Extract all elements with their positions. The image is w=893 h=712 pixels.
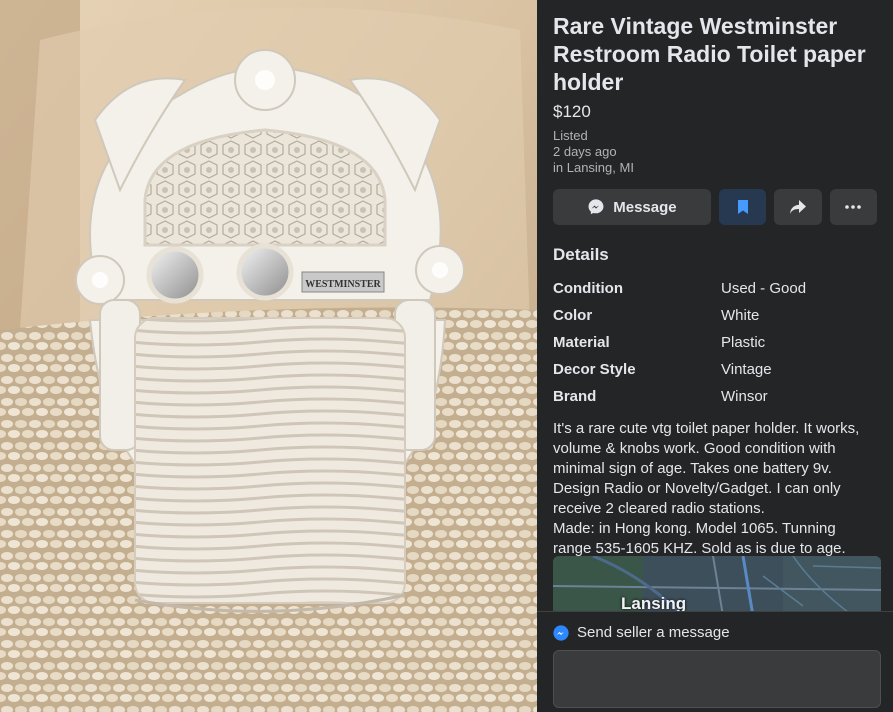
- send-seller-row: Send seller a message: [537, 612, 893, 641]
- save-button[interactable]: [718, 189, 767, 225]
- detail-value: Winsor: [721, 388, 768, 405]
- listing-price: $120: [553, 102, 591, 121]
- detail-key: Brand: [553, 388, 597, 405]
- toilet-paper-holder-photo: WESTMINSTER: [0, 0, 537, 712]
- detail-row-condition: Condition Used - Good: [553, 275, 877, 302]
- action-bar: Message: [553, 189, 878, 225]
- listing-detail-panel: Rare Vintage Westminster Restroom Radio …: [537, 0, 893, 712]
- send-message-footer: Send seller a message: [537, 611, 893, 712]
- detail-key: Decor Style: [553, 361, 636, 378]
- detail-key: Condition: [553, 280, 623, 297]
- detail-row-color: Color White: [553, 302, 877, 329]
- listing-description: It's a rare cute vtg toilet paper holder…: [553, 420, 860, 577]
- details-list: Condition Used - Good Color White Materi…: [553, 275, 877, 410]
- listing-title: Rare Vintage Westminster Restroom Radio …: [553, 13, 866, 95]
- radio-brand-label: WESTMINSTER: [305, 279, 381, 290]
- message-button-label: Message: [613, 198, 677, 216]
- detail-row-brand: Brand Winsor: [553, 383, 877, 410]
- detail-value: Vintage: [721, 361, 772, 378]
- listing-location: in Lansing, MI: [553, 160, 634, 175]
- send-seller-label: Send seller a message: [577, 624, 730, 641]
- detail-value: Plastic: [721, 334, 766, 351]
- map-graphic: [553, 556, 881, 616]
- listed-time: 2 days ago: [553, 144, 617, 159]
- message-button[interactable]: Message: [553, 189, 711, 225]
- share-icon: [789, 200, 806, 214]
- message-input[interactable]: [553, 650, 881, 708]
- detail-key: Color: [553, 307, 593, 324]
- detail-row-material: Material Plastic: [553, 329, 877, 356]
- location-map[interactable]: Lansing: [553, 556, 881, 616]
- listing-meta: Listed 2 days ago in Lansing, MI: [553, 128, 877, 176]
- detail-value: Used - Good: [721, 280, 807, 297]
- messenger-icon: [588, 199, 604, 215]
- detail-value: White: [721, 307, 760, 324]
- detail-key: Material: [553, 334, 610, 351]
- messenger-icon: [553, 624, 569, 641]
- more-options-button[interactable]: [829, 189, 878, 225]
- bookmark-icon: [737, 200, 748, 214]
- listing-photo[interactable]: WESTMINSTER: [0, 0, 537, 712]
- detail-row-decor-style: Decor Style Vintage: [553, 356, 877, 383]
- details-heading: Details: [553, 245, 609, 264]
- listed-label: Listed: [553, 128, 588, 143]
- more-icon: [845, 205, 862, 209]
- share-button[interactable]: [774, 189, 822, 225]
